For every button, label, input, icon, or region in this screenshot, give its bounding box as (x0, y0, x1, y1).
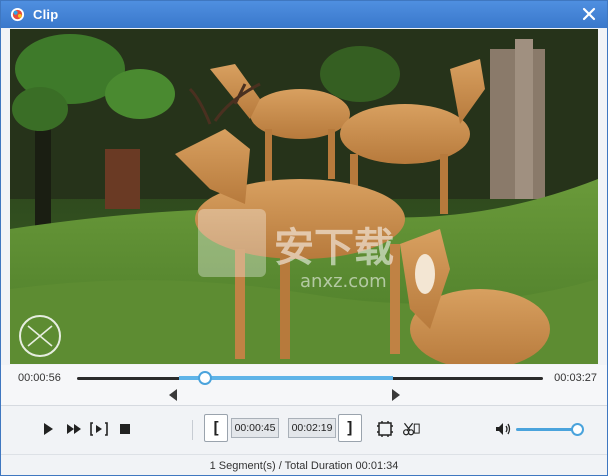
fast-forward-icon[interactable] (65, 420, 83, 438)
current-time: 00:00:56 (18, 372, 61, 384)
control-bar: [ 00:00:45 00:02:19 ] (1, 406, 607, 454)
start-time-field[interactable]: 00:00:45 (231, 418, 279, 438)
separator (192, 420, 193, 440)
stop-icon[interactable] (116, 420, 134, 438)
volume-slider-handle[interactable] (571, 423, 584, 436)
scissors-icon[interactable] (402, 420, 420, 438)
window-title: Clip (33, 7, 59, 22)
end-marker-handle[interactable] (392, 389, 400, 401)
total-time: 00:03:27 (554, 372, 597, 384)
end-time-field[interactable]: 00:02:19 (288, 418, 336, 438)
video-frame: 安下载 anxz.com (10, 29, 598, 364)
title-bar[interactable]: Clip (1, 1, 607, 28)
speaker-icon[interactable] (494, 420, 512, 438)
video-preview[interactable]: 安下载 anxz.com (10, 29, 598, 364)
volume-track[interactable] (516, 428, 578, 431)
svg-text:安下载: 安下载 (274, 225, 394, 271)
svg-text:anxz.com: anxz.com (300, 271, 387, 292)
frame-step-icon[interactable] (90, 420, 108, 438)
clip-dialog: Clip 安下载 anxz.com 00:00:56 00:03:27 [00… (0, 0, 608, 476)
timeline: 00:00:56 00:03:27 (1, 365, 607, 405)
close-icon[interactable] (579, 4, 599, 24)
start-marker-handle[interactable] (169, 389, 177, 401)
set-end-button[interactable]: ] (338, 414, 362, 442)
set-start-button[interactable]: [ (204, 414, 228, 442)
add-segment-icon[interactable] (376, 420, 394, 438)
play-icon[interactable] (39, 420, 57, 438)
app-logo-icon (10, 7, 25, 22)
segment-summary: 1 Segment(s) / Total Duration 00:01:34 (1, 454, 607, 475)
playhead-handle[interactable] (198, 371, 212, 385)
